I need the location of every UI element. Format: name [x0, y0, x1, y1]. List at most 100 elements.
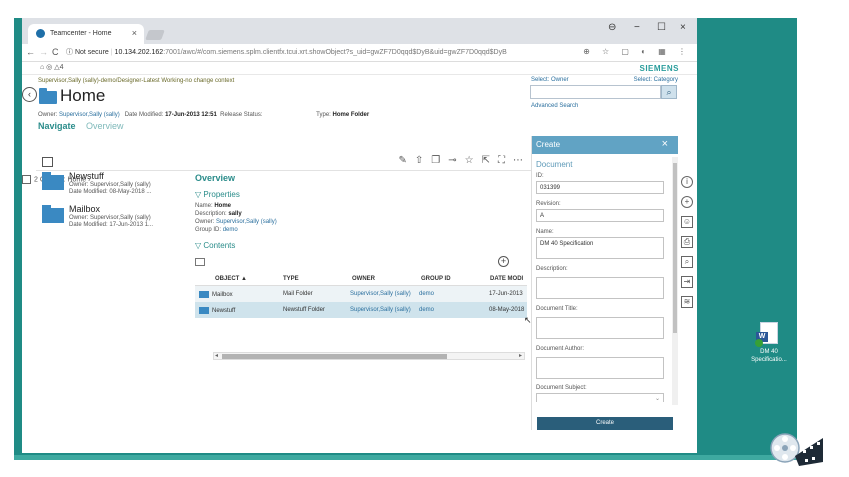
column-type[interactable]: TYPE — [283, 276, 299, 282]
account-icon[interactable]: ⊖ — [608, 22, 616, 33]
tab-close-icon[interactable]: × — [132, 28, 137, 38]
row-owner[interactable]: Supervisor,Sally (sally) — [350, 307, 411, 313]
create-panel: Create × Document ID: 031399 Revision: A… — [531, 136, 678, 430]
panel-toggle-icon[interactable] — [42, 157, 53, 167]
folder-icon — [199, 307, 209, 314]
vertical-scrollbar[interactable] — [672, 157, 678, 405]
maximize-button[interactable]: ☐ — [657, 22, 666, 33]
document-title-label: Document Title: — [536, 306, 578, 312]
objects-list-icon[interactable] — [22, 175, 31, 184]
more-icon[interactable]: ⋯ — [513, 155, 531, 166]
document-search-icon[interactable]: ⌕ — [681, 256, 693, 268]
folder-icon — [42, 205, 64, 223]
minimize-button[interactable]: − — [634, 22, 640, 33]
feed-icon[interactable]: ≋ — [681, 296, 693, 308]
row-group[interactable]: demo — [419, 291, 434, 297]
row-group[interactable]: demo — [419, 307, 434, 313]
table-row[interactable]: Newstuff Newstuff Folder Supervisor,Sall… — [195, 302, 527, 318]
table-header: OBJECT ▲ TYPE OWNER GROUP ID DATE MODI — [195, 271, 527, 286]
row-date: 08-May-2018 — [489, 307, 525, 313]
overview-section: Overview ▽ Properties Name: Home Descrip… — [195, 173, 531, 360]
home-bookmark-icons[interactable]: ⌂ ◎ △4 — [40, 63, 64, 71]
list-view-icon[interactable] — [195, 258, 205, 266]
folder-icon — [42, 172, 64, 190]
word-document-icon: W — [755, 322, 778, 347]
select-category-link[interactable]: Select: Category — [634, 77, 678, 83]
pin-icon[interactable]: ⊸ — [448, 155, 464, 166]
add-circle-icon[interactable]: + — [681, 196, 693, 208]
page-title: Home — [60, 86, 106, 105]
address-bar[interactable]: ⓘ Not secure | 10.134.202.162:7001/awc/#… — [66, 47, 507, 57]
row-owner[interactable]: Supervisor,Sally (sally) — [350, 291, 411, 297]
id-field[interactable]: 031399 — [536, 181, 664, 194]
security-label: Not secure — [74, 49, 109, 56]
column-object[interactable]: OBJECT ▲ — [215, 276, 247, 282]
document-subject-select[interactable]: ⌄ — [536, 393, 664, 402]
info-icon[interactable]: i — [681, 176, 693, 188]
select-owner-link[interactable]: Select: Owner — [531, 77, 569, 83]
document-author-label: Document Author: — [536, 346, 585, 352]
browser-toolbar: ← → C ⓘ Not secure | 10.134.202.162:7001… — [22, 44, 697, 62]
item-date: Date Modified: 08-May-2018 ... — [69, 189, 152, 195]
search-input[interactable] — [530, 85, 661, 99]
chevron-down-icon: ⌄ — [654, 396, 660, 402]
film-reel-logo-icon — [770, 433, 823, 466]
add-icon[interactable]: + — [498, 256, 509, 267]
tab-navigate[interactable]: Navigate — [38, 121, 76, 131]
scroll-left-icon[interactable]: ◂ — [215, 352, 218, 359]
create-button[interactable]: Create — [537, 417, 673, 430]
copy-icon[interactable]: ❐ — [431, 155, 448, 166]
back-arrow-icon[interactable]: ← — [26, 47, 35, 57]
column-date[interactable]: DATE MODI — [490, 276, 523, 282]
print-icon[interactable]: ⎙ — [681, 236, 693, 248]
horizontal-scrollbar[interactable]: ◂ ▸ — [213, 352, 525, 360]
scroll-right-icon[interactable]: ▸ — [519, 352, 522, 359]
tab-overview[interactable]: Overview — [86, 121, 124, 131]
new-tab-button[interactable] — [145, 30, 165, 40]
document-title-field[interactable] — [536, 317, 664, 339]
share-icon[interactable]: ⇧ — [415, 155, 431, 166]
column-group[interactable]: GROUP ID — [421, 276, 451, 282]
document-section: Document — [536, 160, 573, 169]
scroll-thumb[interactable] — [673, 163, 677, 333]
row-object: Mailbox — [199, 291, 233, 298]
desktop: W DM 40 Specificatio... Teamcenter - Home… — [0, 0, 849, 477]
name-label: Name: — [536, 229, 554, 235]
tab-title: Teamcenter - Home — [50, 30, 112, 37]
users-icon[interactable]: ☺ — [681, 216, 693, 228]
contents-toggle[interactable]: ▽ Contents — [195, 241, 531, 250]
browser-tab[interactable]: Teamcenter - Home × — [28, 24, 144, 44]
description-field[interactable] — [536, 277, 664, 299]
document-author-field[interactable] — [536, 357, 664, 379]
name-field[interactable]: DM 40 Specification — [536, 237, 664, 259]
item-name: Newstuff — [69, 171, 104, 181]
export-icon[interactable]: ⇱ — [482, 155, 498, 166]
favorite-star-icon[interactable]: ☆ — [465, 155, 482, 166]
browser-extension-icons[interactable]: ⊕ ☆ ▢ ◐ ▦ ⋮ — [583, 47, 691, 56]
table-row[interactable]: Mailbox Mail Folder Supervisor,Sally (sa… — [195, 286, 527, 302]
desktop-file-dm40[interactable]: W DM 40 Specificatio... — [745, 322, 793, 364]
folder-icon — [199, 291, 209, 298]
column-owner[interactable]: OWNER — [352, 276, 375, 282]
edit-icon[interactable]: ✎ — [399, 155, 415, 166]
reload-icon[interactable]: C — [52, 47, 59, 57]
close-window-button[interactable]: × — [680, 22, 686, 33]
close-icon[interactable]: × — [662, 138, 668, 150]
sign-in-icon[interactable]: ⇥ — [681, 276, 693, 288]
user-context[interactable]: Supervisor,Sally (sally)-demo/Designer-L… — [38, 78, 234, 84]
properties-toggle[interactable]: ▽ Properties — [195, 190, 531, 199]
forward-arrow-icon[interactable]: → — [39, 47, 48, 57]
scroll-thumb[interactable] — [222, 354, 447, 359]
browser-window: Teamcenter - Home × ⊖ − ☐ × ← → C ⓘ Not … — [22, 18, 697, 453]
back-circle-icon[interactable]: ‹ — [22, 87, 37, 102]
url-host: 10.134.202.162 — [114, 49, 164, 56]
row-date: 17-Jun-2013 — [489, 291, 523, 297]
advanced-search-link[interactable]: Advanced Search — [531, 103, 578, 109]
fullscreen-icon[interactable]: ⛶ — [498, 155, 513, 166]
desktop-taskbar-edge — [14, 455, 797, 460]
contents-table: OBJECT ▲ TYPE OWNER GROUP ID DATE MODI M… — [195, 271, 527, 318]
siemens-logo: SIEMENS — [639, 64, 679, 73]
search-icon[interactable]: ⌕ — [661, 85, 677, 99]
revision-field[interactable]: A — [536, 209, 664, 222]
desktop-file-label: DM 40 Specificatio... — [751, 349, 787, 363]
